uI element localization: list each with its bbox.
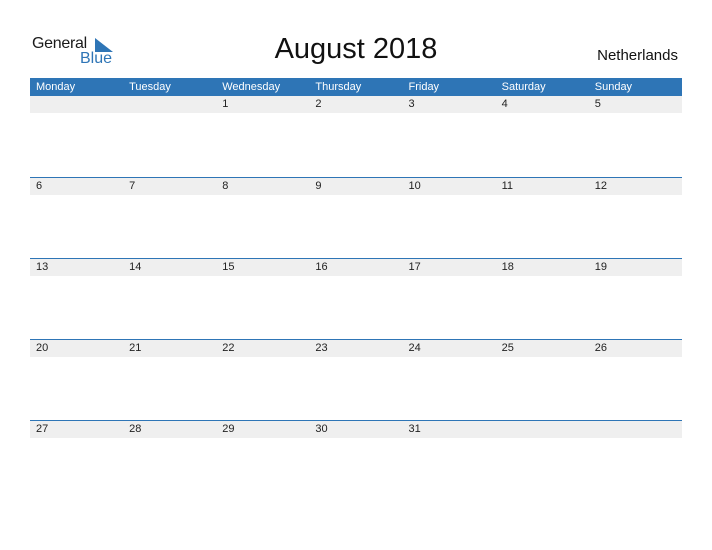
- day-cell: 13: [36, 261, 49, 273]
- day-cell: 25: [501, 342, 514, 354]
- weekday-saturday: Saturday: [501, 81, 546, 93]
- country-label: Netherlands: [597, 47, 678, 64]
- day-cell: 14: [129, 261, 142, 273]
- day-number-strip: 6 7 8 9 10 11 12: [30, 177, 682, 195]
- day-cell: 5: [594, 98, 601, 110]
- weekday-wednesday: Wednesday: [222, 81, 281, 93]
- day-cell: 24: [408, 342, 421, 354]
- day-cell: [496, 421, 589, 438]
- day-cell: 18: [501, 261, 514, 273]
- day-cell: [30, 96, 123, 113]
- day-cell: 2: [315, 98, 322, 110]
- day-cell: 7: [129, 180, 136, 192]
- day-number-strip: 13 14 15 16 17 18 19: [30, 258, 682, 276]
- day-cell: 19: [594, 261, 607, 273]
- week-row: 6 7 8 9 10 11 12: [30, 177, 682, 259]
- day-cell: 8: [222, 180, 229, 192]
- day-cell: 4: [501, 98, 508, 110]
- weekday-tuesday: Tuesday: [129, 81, 171, 93]
- day-number-strip: 1 2 3 4 5: [30, 96, 682, 113]
- day-cell: 29: [222, 423, 235, 435]
- day-cell: 21: [129, 342, 142, 354]
- weekday-header: Monday Tuesday Wednesday Thursday Friday…: [30, 78, 682, 96]
- weekday-thursday: Thursday: [315, 81, 362, 93]
- day-cell: 3: [408, 98, 415, 110]
- weekday-sunday: Sunday: [594, 81, 633, 93]
- weekday-friday: Friday: [408, 81, 440, 93]
- day-cell: [123, 96, 216, 113]
- day-cell: 26: [594, 342, 607, 354]
- week-row: 20 21 22 23 24 25 26: [30, 339, 682, 421]
- day-cell: 28: [129, 423, 142, 435]
- day-cell: 16: [315, 261, 328, 273]
- day-number-strip: 27 28 29 30 31: [30, 420, 682, 438]
- weekday-monday: Monday: [36, 81, 76, 93]
- day-cell: [589, 421, 682, 438]
- week-row: 27 28 29 30 31: [30, 420, 682, 502]
- day-cell: 22: [222, 342, 235, 354]
- week-row: 13 14 15 16 17 18 19: [30, 258, 682, 340]
- day-cell: 15: [222, 261, 235, 273]
- day-cell: 23: [315, 342, 328, 354]
- day-cell: 11: [501, 180, 514, 192]
- day-cell: 31: [408, 423, 421, 435]
- day-cell: 27: [36, 423, 49, 435]
- day-cell: 17: [408, 261, 421, 273]
- day-cell: 20: [36, 342, 49, 354]
- day-cell: 1: [222, 98, 229, 110]
- day-cell: 9: [315, 180, 322, 192]
- day-number-strip: 20 21 22 23 24 25 26: [30, 339, 682, 357]
- day-cell: 6: [36, 180, 43, 192]
- week-row: 1 2 3 4 5: [30, 96, 682, 177]
- day-cell: 10: [408, 180, 421, 192]
- day-cell: 12: [594, 180, 607, 192]
- day-cell: 30: [315, 423, 328, 435]
